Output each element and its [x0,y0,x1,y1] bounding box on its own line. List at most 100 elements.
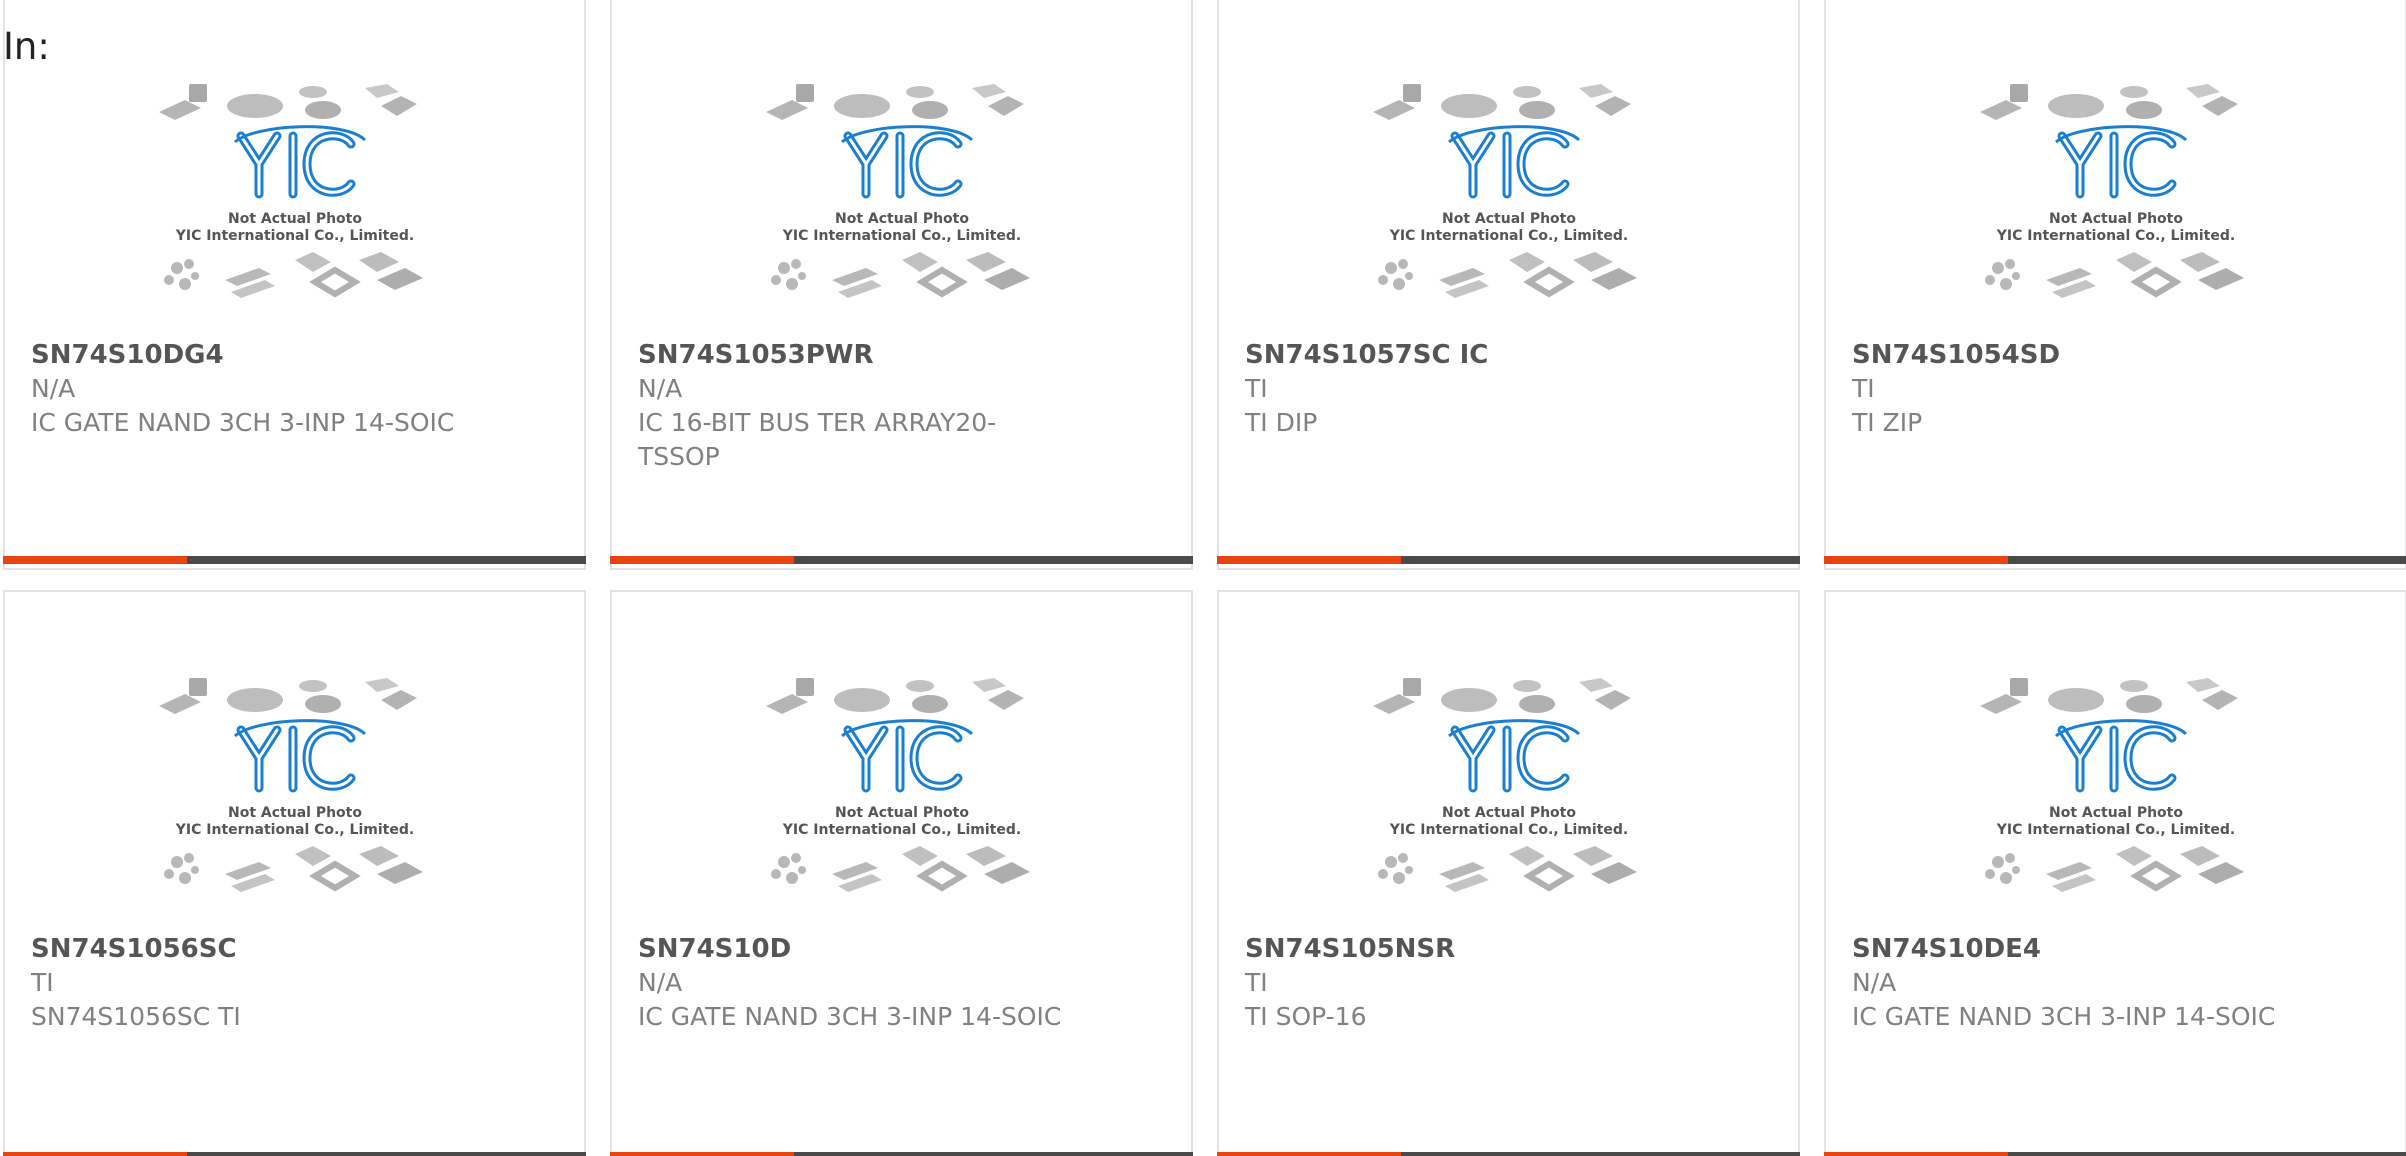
yic-logo-icon [840,719,973,793]
manufacturer: N/A [638,968,683,997]
chip-packages-bottom-icon [1984,252,2244,298]
product-info: SN74S10D N/A IC GATE NAND 3CH 3-INP 14-S… [638,932,1071,1034]
placeholder-caption-line2: YIC International Co., Limited. [174,822,413,838]
product-description: TI DIP [1245,408,1318,437]
placeholder-caption-line1: Not Actual Photo [228,805,362,821]
placeholder-caption-line1: Not Actual Photo [2049,805,2183,821]
product-description: SN74S1056SC TI [31,1002,241,1031]
product-info: SN74S10DE4 N/A IC GATE NAND 3CH 3-INP 14… [1852,932,2285,1034]
chip-packages-bottom-icon [163,846,423,892]
placeholder-photo[interactable]: Not Actual Photo YIC International Co., … [762,84,1042,324]
placeholder-photo[interactable]: Not Actual Photo YIC International Co., … [155,678,435,918]
manufacturer: TI [1852,374,1875,403]
product-description: IC GATE NAND 3CH 3-INP 14-SOIC [1852,1002,2276,1031]
card-footer-accent [1217,1152,1401,1156]
product-card[interactable]: Not Actual Photo YIC International Co., … [1824,590,2406,1156]
card-footer-bar [610,1152,1193,1156]
card-footer-bar [1217,556,1800,564]
product-card[interactable]: Not Actual Photo YIC International Co., … [1217,0,1800,570]
placeholder-caption-line2: YIC International Co., Limited. [1995,228,2234,244]
chip-packages-top-icon [158,678,417,714]
part-number[interactable]: SN74S1054SD [1852,338,2285,372]
yic-logo-icon [840,125,973,199]
chip-packages-top-icon [158,84,417,120]
placeholder-caption-line2: YIC International Co., Limited. [781,228,1020,244]
product-description: TI SOP-16 [1245,1002,1367,1031]
chip-packages-top-icon [765,84,1024,120]
filter-label: In: [3,25,50,68]
product-description: IC GATE NAND 3CH 3-INP 14-SOIC [638,1002,1062,1031]
product-info: SN74S1056SC TI SN74S1056SC TI [31,932,464,1034]
product-info: SN74S1053PWR N/A IC 16-BIT BUS TER ARRAY… [638,338,1071,474]
manufacturer: TI [31,968,54,997]
product-card[interactable]: Not Actual Photo YIC International Co., … [1824,0,2406,570]
product-description: TI ZIP [1852,408,1923,437]
chip-packages-bottom-icon [1377,846,1637,892]
part-number[interactable]: SN74S10DG4 [31,338,464,372]
part-number[interactable]: SN74S10D [638,932,1071,966]
placeholder-photo[interactable]: Not Actual Photo YIC International Co., … [762,678,1042,918]
manufacturer: TI [1245,968,1268,997]
product-info: SN74S105NSR TI TI SOP-16 [1245,932,1678,1034]
card-footer-bar [1824,1152,2406,1156]
product-grid-page: In: Not Actual Photo YIC International C… [0,0,2406,1156]
placeholder-caption-line2: YIC International Co., Limited. [1388,822,1627,838]
card-footer-bar [3,1152,586,1156]
card-footer-accent [3,556,187,564]
card-footer-accent [1824,556,2008,564]
manufacturer: TI [1245,374,1268,403]
part-number[interactable]: SN74S105NSR [1245,932,1678,966]
card-footer-accent [610,1152,794,1156]
placeholder-caption-line1: Not Actual Photo [2049,211,2183,227]
placeholder-caption-line2: YIC International Co., Limited. [1995,822,2234,838]
product-card[interactable]: Not Actual Photo YIC International Co., … [1217,590,1800,1156]
chip-packages-bottom-icon [1984,846,2244,892]
chip-packages-top-icon [765,678,1024,714]
chip-packages-bottom-icon [163,252,423,298]
product-card[interactable]: Not Actual Photo YIC International Co., … [610,0,1193,570]
placeholder-caption-line1: Not Actual Photo [835,805,969,821]
placeholder-caption-line1: Not Actual Photo [1442,211,1576,227]
chip-packages-top-icon [1372,84,1631,120]
chip-packages-bottom-icon [1377,252,1637,298]
product-card[interactable]: Not Actual Photo YIC International Co., … [610,590,1193,1156]
card-footer-accent [3,1152,187,1156]
card-footer-bar [1824,556,2406,564]
yic-logo-icon [1447,719,1580,793]
placeholder-photo[interactable]: Not Actual Photo YIC International Co., … [1369,678,1649,918]
chip-packages-bottom-icon [770,252,1030,298]
placeholder-photo[interactable]: Not Actual Photo YIC International Co., … [1976,678,2256,918]
part-number[interactable]: SN74S1057SC IC [1245,338,1678,372]
product-description: IC 16-BIT BUS TER ARRAY20-TSSOP [638,408,997,471]
part-number[interactable]: SN74S1053PWR [638,338,1071,372]
yic-logo-icon [1447,125,1580,199]
product-info: SN74S10DG4 N/A IC GATE NAND 3CH 3-INP 14… [31,338,464,440]
yic-logo-icon [233,125,366,199]
chip-packages-top-icon [1979,678,2238,714]
product-card[interactable]: Not Actual Photo YIC International Co., … [3,0,586,570]
product-info: SN74S1054SD TI TI ZIP [1852,338,2285,440]
product-info: SN74S1057SC IC TI TI DIP [1245,338,1678,440]
chip-packages-top-icon [1372,678,1631,714]
placeholder-photo[interactable]: Not Actual Photo YIC International Co., … [1369,84,1649,324]
placeholder-photo[interactable]: Not Actual Photo YIC International Co., … [155,84,435,324]
manufacturer: N/A [1852,968,1897,997]
part-number[interactable]: SN74S10DE4 [1852,932,2285,966]
yic-logo-icon [2054,719,2187,793]
placeholder-caption-line1: Not Actual Photo [1442,805,1576,821]
card-footer-accent [1824,1152,2008,1156]
part-number[interactable]: SN74S1056SC [31,932,464,966]
placeholder-caption-line1: Not Actual Photo [835,211,969,227]
product-card[interactable]: Not Actual Photo YIC International Co., … [3,590,586,1156]
placeholder-caption-line1: Not Actual Photo [228,211,362,227]
card-footer-bar [610,556,1193,564]
placeholder-caption-line2: YIC International Co., Limited. [1388,228,1627,244]
yic-logo-icon [2054,125,2187,199]
card-footer-accent [610,556,794,564]
manufacturer: N/A [31,374,76,403]
placeholder-photo[interactable]: Not Actual Photo YIC International Co., … [1976,84,2256,324]
chip-packages-top-icon [1979,84,2238,120]
card-footer-bar [3,556,586,564]
product-description: IC GATE NAND 3CH 3-INP 14-SOIC [31,408,455,437]
placeholder-caption-line2: YIC International Co., Limited. [174,228,413,244]
